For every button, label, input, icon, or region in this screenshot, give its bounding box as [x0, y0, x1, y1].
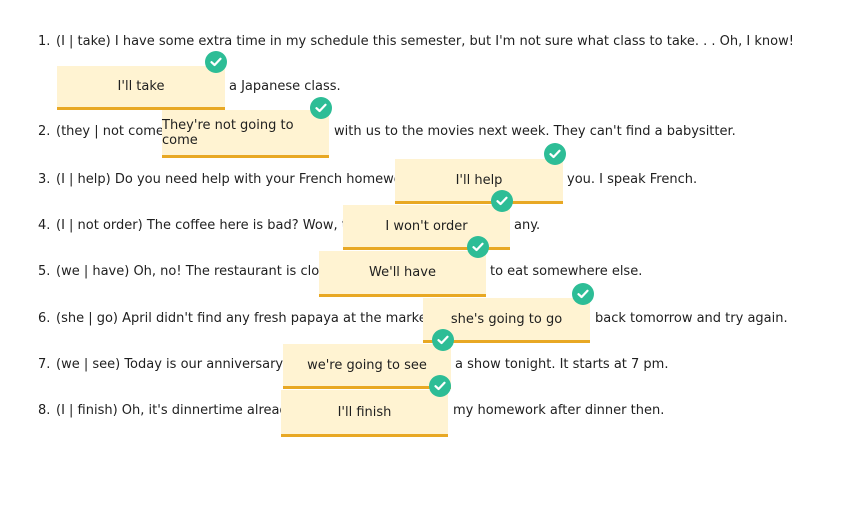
checkmark-icon	[432, 329, 454, 351]
question-number: 8.	[38, 403, 51, 418]
exercise-list: 1. (I | take) I have some extra time in …	[0, 0, 843, 506]
question-prompt: (we | have) Oh, no! The restaurant is cl…	[56, 264, 347, 279]
question-number: 5.	[38, 264, 51, 279]
question-number: 7.	[38, 357, 51, 372]
question-continuation: you. I speak French.	[567, 172, 698, 187]
answer-input-1[interactable]: I'll take	[57, 66, 225, 110]
question-prompt: (I | finish) Oh, it's dinnertime already…	[56, 403, 303, 418]
checkmark-icon	[429, 375, 451, 397]
question-number: 3.	[38, 172, 51, 187]
question-prompt: (they | not come)	[56, 124, 170, 139]
question-continuation: any.	[514, 218, 541, 233]
question-continuation: my homework after dinner then.	[453, 403, 665, 418]
question-number: 6.	[38, 311, 51, 326]
question-continuation: a Japanese class.	[229, 79, 341, 94]
question-prompt: (she | go) April didn't find any fresh p…	[56, 311, 455, 326]
question-prompt: (I | not order) The coffee here is bad? …	[56, 218, 372, 233]
checkmark-icon	[467, 236, 489, 258]
answer-input-2[interactable]: They're not going to come	[162, 110, 329, 158]
question-prompt: (we | see) Today is our anniversary, so	[56, 357, 307, 372]
checkmark-icon	[491, 190, 513, 212]
checkmark-icon	[310, 97, 332, 119]
checkmark-icon	[572, 283, 594, 305]
question-number: 4.	[38, 218, 51, 233]
answer-input-3[interactable]: I'll help	[395, 159, 563, 204]
question-continuation: back tomorrow and try again.	[595, 311, 788, 326]
question-continuation: to eat somewhere else.	[490, 264, 643, 279]
question-prompt: (I | take) I have some extra time in my …	[56, 34, 794, 49]
question-number: 1.	[38, 34, 51, 49]
question-number: 2.	[38, 124, 51, 139]
checkmark-icon	[205, 51, 227, 73]
checkmark-icon	[544, 143, 566, 165]
answer-input-5[interactable]: We'll have	[319, 251, 486, 297]
question-continuation: with us to the movies next week. They ca…	[334, 124, 736, 139]
answer-input-7[interactable]: we're going to see	[283, 344, 451, 389]
question-continuation: a show tonight. It starts at 7 pm.	[455, 357, 669, 372]
answer-input-8[interactable]: I'll finish	[281, 390, 448, 437]
question-prompt: (I | help) Do you need help with your Fr…	[56, 172, 422, 187]
